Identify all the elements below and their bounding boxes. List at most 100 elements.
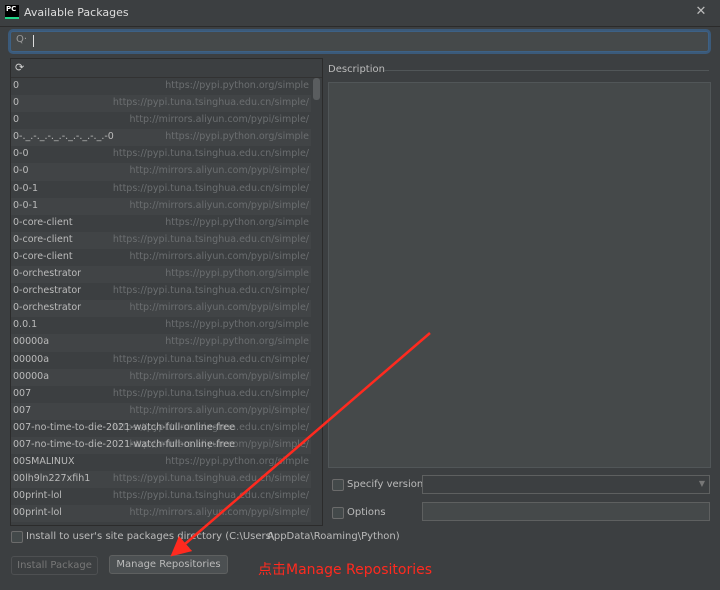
- package-row[interactable]: https://pypi.tuna.tsinghua.edu.cn/simple…: [11, 181, 311, 198]
- package-name: 0-orchestrator: [13, 268, 82, 280]
- package-name: 007-no-time-to-die-2021-watch-full-onlin…: [13, 421, 235, 433]
- package-name: 00000a: [13, 336, 50, 348]
- package-row[interactable]: https://pypi.python.org/simple 00000a: [11, 334, 311, 352]
- package-repository: https://pypi.python.org/simple: [165, 80, 309, 91]
- options-input[interactable]: [422, 502, 710, 521]
- package-name: 0: [13, 97, 20, 109]
- package-repository: https://pypi.tuna.tsinghua.edu.cn/simple…: [112, 353, 309, 365]
- specify-version-checkbox[interactable]: [332, 479, 344, 491]
- version-select[interactable]: ▼: [422, 475, 710, 494]
- scrollbar-thumb[interactable]: [313, 78, 320, 100]
- package-repository: https://pypi.python.org/simple: [165, 216, 309, 228]
- package-repository: https://pypi.tuna.tsinghua.edu.cn/simple…: [112, 97, 309, 109]
- package-row[interactable]: https://pypi.python.org/simple 0.0.1: [11, 317, 311, 334]
- package-row[interactable]: https://pypi.python.org/simple 0-._.-._.-…: [11, 129, 311, 147]
- package-name: 00print-lol: [13, 507, 62, 519]
- package-repository: http://mirrors.aliyun.com/pypi/simple/: [129, 370, 309, 382]
- package-name: 007-no-time-to-die-2021-watch-full-onlin…: [13, 438, 235, 450]
- package-repository: https://pypi.tuna.tsinghua.edu.cn/simple…: [112, 182, 309, 194]
- package-name: 0: [13, 80, 20, 91]
- package-row[interactable]: http://mirrors.aliyun.com/pypi/simple/0-…: [11, 300, 311, 318]
- package-row[interactable]: http://mirrors.aliyun.com/pypi/simple/0-…: [11, 249, 311, 266]
- package-repository: http://mirrors.aliyun.com/pypi/simple/: [129, 507, 309, 519]
- package-name: 0.0.1: [13, 319, 38, 331]
- package-repository: http://mirrors.aliyun.com/pypi/simple/: [129, 404, 309, 416]
- package-name: 0-._.-._.-._.-._.-._.-._.-0: [13, 131, 114, 143]
- package-row[interactable]: https://pypi.tuna.tsinghua.edu.cn/simple…: [11, 352, 311, 369]
- title-bar: PC Available Packages ✕: [0, 0, 720, 27]
- chevron-down-icon: ▼: [698, 479, 705, 488]
- package-name: 0-0: [13, 165, 29, 177]
- package-row[interactable]: https://pypi.python.org/simple 00SMALINUX: [11, 454, 311, 471]
- package-row[interactable]: https://pypi.tuna.tsinghua.edu.cn/simple…: [11, 386, 311, 403]
- install-package-button[interactable]: Install Package: [11, 556, 98, 575]
- package-name: 00lh9ln227xfih1: [13, 473, 91, 485]
- search-icon: Q·: [16, 34, 28, 45]
- search-field[interactable]: Q·: [10, 31, 709, 52]
- install-user-checkbox[interactable]: [11, 531, 23, 543]
- package-repository: http://mirrors.aliyun.com/pypi/simple/: [129, 302, 309, 314]
- package-row[interactable]: https://pypi.python.org/simple 0-orchestr…: [11, 266, 311, 284]
- package-list-panel: ⟳ https://pypi.python.org/simple 0 https:/…: [10, 58, 323, 526]
- package-row[interactable]: https://pypi.tuna.tsinghua.edu.cn/simple…: [11, 231, 311, 249]
- description-panel: [328, 82, 711, 468]
- package-repository: https://pypi.tuna.tsinghua.edu.cn/simple…: [112, 233, 309, 245]
- package-row[interactable]: https://pypi.tuna.tsinghua.edu.cn/simple…: [11, 488, 311, 505]
- package-name: 007: [13, 404, 32, 416]
- package-row[interactable]: https://pypi.tuna.tsinghua.edu.cn/simple…: [11, 420, 311, 437]
- window-title: Available Packages: [24, 6, 129, 19]
- package-repository: https://pypi.python.org/simple: [165, 319, 309, 331]
- list-toolbar: ⟳: [11, 59, 322, 78]
- close-icon[interactable]: ✕: [692, 3, 710, 21]
- package-name: 0-0-1: [13, 199, 38, 211]
- install-user-label-suffix: AppData\Roaming\Python): [267, 531, 400, 542]
- description-label: Description: [328, 64, 385, 75]
- package-row[interactable]: https://pypi.tuna.tsinghua.edu.cn/simple…: [11, 146, 311, 163]
- package-row[interactable]: http://mirrors.aliyun.com/pypi/simple/00…: [11, 505, 311, 523]
- package-row[interactable]: https://pypi.tuna.tsinghua.edu.cn/simple…: [11, 95, 311, 113]
- search-input[interactable]: [31, 33, 701, 48]
- package-repository: https://pypi.python.org/simple: [165, 131, 309, 143]
- package-row[interactable]: http://mirrors.aliyun.com/pypi/simple/00…: [11, 368, 311, 386]
- package-repository: https://pypi.tuna.tsinghua.edu.cn/simple…: [112, 490, 309, 502]
- package-row[interactable]: https://pypi.python.org/simple 0: [11, 78, 311, 95]
- package-row[interactable]: http://mirrors.aliyun.com/pypi/simple/0-…: [11, 197, 311, 215]
- package-repository: http://mirrors.aliyun.com/pypi/simple/: [129, 114, 309, 126]
- package-row[interactable]: https://pypi.python.org/simple 0-core-cli…: [11, 215, 311, 232]
- package-name: 0-core-client: [13, 233, 73, 245]
- package-name: 0-core-client: [13, 250, 73, 262]
- package-repository: https://pypi.tuna.tsinghua.edu.cn/simple…: [112, 148, 309, 160]
- package-name: 00000a: [13, 370, 50, 382]
- package-name: 0-0: [13, 148, 29, 160]
- package-row[interactable]: https://pypi.tuna.tsinghua.edu.cn/simple…: [11, 471, 311, 489]
- manage-repositories-button[interactable]: Manage Repositories: [109, 555, 228, 574]
- package-repository: https://pypi.tuna.tsinghua.edu.cn/simple…: [112, 285, 309, 297]
- package-name: 0-core-client: [13, 216, 73, 228]
- text-caret: [33, 35, 34, 47]
- package-name: 00print-lol: [13, 490, 62, 502]
- pycharm-icon: PC: [5, 5, 19, 19]
- package-name: 007: [13, 387, 32, 399]
- annotation-text: 点击Manage Repositories: [258, 562, 433, 578]
- package-row[interactable]: https://pypi.tuna.tsinghua.edu.cn/simple…: [11, 283, 311, 300]
- package-name: 0: [13, 114, 20, 126]
- description-separator: [384, 70, 709, 71]
- package-repository: https://pypi.python.org/simple: [165, 456, 309, 468]
- package-repository: https://pypi.python.org/simple: [165, 268, 309, 280]
- package-name: 00000a: [13, 353, 50, 365]
- package-repository: http://mirrors.aliyun.com/pypi/simple/: [129, 250, 309, 262]
- refresh-icon[interactable]: ⟳: [15, 61, 24, 74]
- package-row[interactable]: http://mirrors.aliyun.com/pypi/simple/0: [11, 112, 311, 129]
- package-name: 0-0-1: [13, 182, 38, 194]
- package-list[interactable]: https://pypi.python.org/simple 0 https://p…: [11, 78, 311, 523]
- package-repository: https://pypi.python.org/simple: [165, 336, 309, 348]
- package-repository: https://pypi.tuna.tsinghua.edu.cn/simple…: [112, 473, 309, 485]
- package-row[interactable]: http://mirrors.aliyun.com/pypi/simple/0-…: [11, 163, 311, 181]
- package-row[interactable]: http://mirrors.aliyun.com/pypi/simple/00…: [11, 402, 311, 420]
- scrollbar[interactable]: [312, 78, 321, 525]
- options-checkbox[interactable]: [332, 507, 344, 519]
- package-row[interactable]: http://mirrors.aliyun.com/pypi/simple/00…: [11, 436, 311, 455]
- package-repository: https://pypi.tuna.tsinghua.edu.cn/simple…: [112, 387, 309, 399]
- package-name: 0-orchestrator: [13, 285, 82, 297]
- package-name: 00SMALINUX: [13, 456, 75, 468]
